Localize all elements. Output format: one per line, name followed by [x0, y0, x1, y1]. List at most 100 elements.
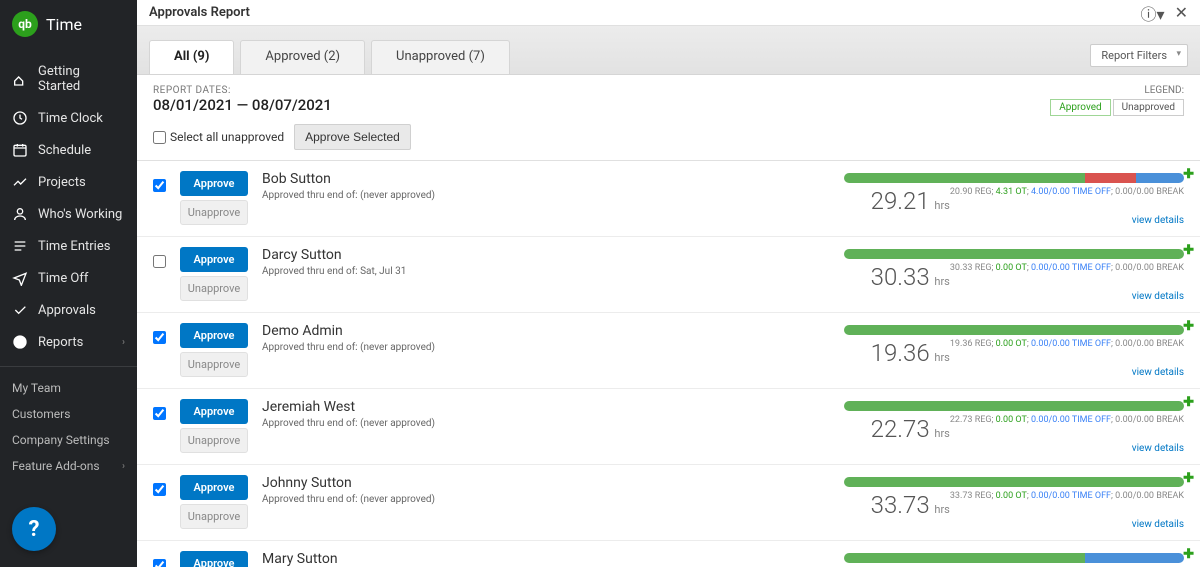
hours-bar	[844, 325, 1184, 335]
total-hours: 33.73	[871, 491, 930, 519]
total-hours: 29.21	[871, 187, 930, 215]
unapprove-button[interactable]: Unapprove	[180, 200, 248, 225]
unapprove-button[interactable]: Unapprove	[180, 504, 248, 529]
sidebar-item-label: Time Entries	[38, 239, 110, 254]
sidebar-item-time-off[interactable]: Time Off	[0, 262, 137, 294]
close-icon[interactable]: ✕	[1175, 3, 1188, 22]
help-icon[interactable]: ⓘ▾	[1141, 1, 1165, 25]
unapprove-button[interactable]: Unapprove	[180, 428, 248, 453]
approve-selected-button[interactable]: Approve Selected	[294, 124, 411, 150]
view-details-link[interactable]: view details	[844, 215, 1184, 226]
sidebar-item-time-clock[interactable]: Time Clock	[0, 102, 137, 134]
brand-logo: qb	[12, 11, 38, 37]
approvals-list: ✚ApproveUnapproveBob SuttonApproved thru…	[137, 161, 1200, 567]
approve-button[interactable]: Approve	[180, 323, 248, 348]
view-details-link[interactable]: view details	[844, 443, 1184, 454]
expand-row-icon[interactable]: ✚	[1183, 243, 1194, 258]
sidebar-item-getting-started[interactable]: Getting Started	[0, 56, 137, 102]
sidebar-item-label: Reports	[38, 335, 83, 350]
hours-bar	[844, 401, 1184, 411]
approve-button[interactable]: Approve	[180, 171, 248, 196]
total-hours: 30.33	[871, 263, 930, 291]
brand-name: Time	[46, 15, 82, 34]
hours-bar	[844, 553, 1184, 563]
legend-unapproved: Unapproved	[1113, 99, 1184, 116]
expand-row-icon[interactable]: ✚	[1183, 395, 1194, 410]
subnav-item-my-team[interactable]: My Team	[0, 375, 137, 401]
tab-all[interactable]: All (9)	[149, 40, 234, 74]
approval-row: ✚ Approve Unapprove Jeremiah West Approved t…	[137, 389, 1200, 465]
sidebar-item-schedule[interactable]: Schedule	[0, 134, 137, 166]
subnav-item-label: My Team	[12, 381, 61, 395]
sidebar-item-who-s-working[interactable]: Who's Working	[0, 198, 137, 230]
employee-name: Johnny Sutton	[262, 475, 830, 491]
pie-icon	[12, 334, 28, 350]
legend-label: LEGEND:	[1050, 85, 1184, 96]
sidebar-item-label: Time Clock	[38, 111, 103, 126]
report-filters-button[interactable]: Report Filters	[1090, 44, 1188, 67]
row-checkbox[interactable]	[153, 483, 166, 496]
legend-approved: Approved	[1050, 99, 1110, 116]
help-fab[interactable]: ?	[12, 507, 56, 551]
subnav-item-feature-add-ons[interactable]: Feature Add-ons ›	[0, 453, 137, 479]
sidebar-item-label: Time Off	[38, 271, 88, 286]
chevron-right-icon: ›	[122, 461, 125, 472]
hours-bar	[844, 477, 1184, 487]
expand-row-icon[interactable]: ✚	[1183, 547, 1194, 562]
approval-row: ✚ApproveUnapproveBob SuttonApproved thru…	[137, 161, 1200, 237]
sidebar-nav: Getting Started Time Clock Schedule Project…	[0, 48, 137, 367]
employee-name: Jeremiah West	[262, 399, 830, 415]
subnav-item-label: Customers	[12, 407, 70, 421]
row-checkbox[interactable]	[153, 559, 166, 567]
expand-row-icon[interactable]: ✚	[1183, 471, 1194, 486]
tab-approved[interactable]: Approved (2)	[240, 40, 365, 74]
sidebar-item-projects[interactable]: Projects	[0, 166, 137, 198]
select-all-unapproved[interactable]: Select all unapproved	[153, 130, 284, 144]
subnav-item-label: Company Settings	[12, 433, 110, 447]
unapprove-button[interactable]: Unapprove	[180, 276, 248, 301]
flag-icon	[12, 71, 28, 87]
subnav-item-company-settings[interactable]: Company Settings	[0, 427, 137, 453]
hours-breakdown: 30.33 REG; 0.00 OT; 0.00/0.00 TIME OFF; …	[950, 263, 1184, 273]
sidebar-item-label: Getting Started	[38, 64, 125, 94]
row-checkbox[interactable]	[153, 179, 166, 192]
sidebar-item-approvals[interactable]: Approvals	[0, 294, 137, 326]
approve-button[interactable]: Approve	[180, 247, 248, 272]
hours-unit: hrs	[932, 351, 950, 364]
calendar-icon	[12, 142, 28, 158]
expand-row-icon[interactable]: ✚	[1183, 319, 1194, 334]
subnav-item-label: Feature Add-ons	[12, 459, 100, 473]
sidebar-item-reports[interactable]: Reports›	[0, 326, 137, 358]
subnav-item-customers[interactable]: Customers	[0, 401, 137, 427]
employee-name: Demo Admin	[262, 323, 830, 339]
total-hours: 22.73	[871, 415, 930, 443]
sidebar-item-time-entries[interactable]: Time Entries	[0, 230, 137, 262]
approve-button[interactable]: Approve	[180, 475, 248, 500]
hours-bar	[844, 249, 1184, 259]
approved-thru: Approved thru end of: (never approved)	[262, 418, 830, 429]
sidebar-item-label: Who's Working	[38, 207, 122, 222]
hours-bar	[844, 173, 1184, 183]
approval-row: ✚ApproveUnapproveJohnny SuttonApproved t…	[137, 465, 1200, 541]
row-checkbox[interactable]	[153, 255, 166, 268]
hours-unit: hrs	[932, 275, 950, 288]
approved-thru: Approved thru end of: (never approved)	[262, 342, 830, 353]
tab-unapproved[interactable]: Unapproved (7)	[371, 40, 510, 74]
approved-thru: Approved thru end of: (never approved)	[262, 190, 830, 201]
approve-button[interactable]: Approve	[180, 399, 248, 424]
row-checkbox[interactable]	[153, 407, 166, 420]
sidebar-item-label: Schedule	[38, 143, 91, 158]
employee-name: Mary Sutton	[262, 551, 830, 567]
expand-row-icon[interactable]: ✚	[1183, 167, 1194, 182]
select-all-checkbox[interactable]	[153, 131, 166, 144]
person-icon	[12, 206, 28, 222]
view-details-link[interactable]: view details	[844, 367, 1184, 378]
approve-button[interactable]: Approve	[180, 551, 248, 567]
unapprove-button[interactable]: Unapprove	[180, 352, 248, 377]
view-details-link[interactable]: view details	[844, 291, 1184, 302]
page-title: Approvals Report	[149, 5, 250, 20]
list-icon	[12, 238, 28, 254]
report-dates-value: 08/01/2021 — 08/07/2021	[153, 96, 1184, 114]
row-checkbox[interactable]	[153, 331, 166, 344]
view-details-link[interactable]: view details	[844, 519, 1184, 530]
